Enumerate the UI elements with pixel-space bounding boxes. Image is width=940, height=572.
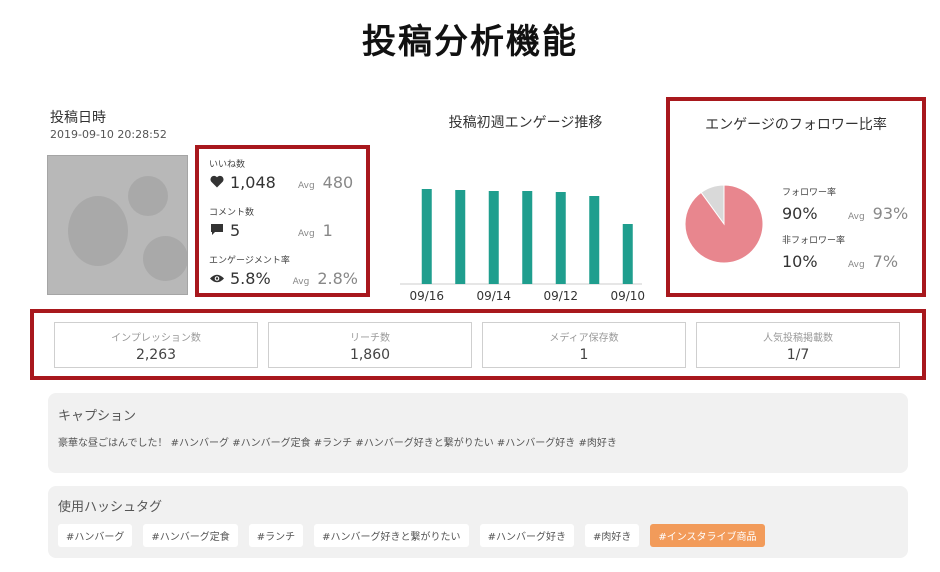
comments-value: 5 bbox=[230, 221, 241, 240]
non-follower-rate-value: 10% bbox=[782, 252, 818, 271]
engagement-stats-box: いいね数 1,048 Avg 480 コメント数 5 Avg 1 エンゲージメン… bbox=[195, 145, 370, 297]
page-title: 投稿分析機能 bbox=[362, 22, 578, 62]
hashtag-chip-highlighted[interactable]: #インスタライブ商品 bbox=[650, 524, 765, 547]
metric-card-saves: メディア保存数 1 bbox=[482, 322, 686, 368]
metric-card-reach: リーチ数 1,860 bbox=[268, 322, 472, 368]
follower-rate-avg-value: 93% bbox=[872, 204, 909, 223]
bar-chart-title: 投稿初週エンゲージ推移 bbox=[448, 115, 603, 131]
likes-label: いいね数 bbox=[209, 160, 246, 170]
metrics-box: インプレッション数 2,263 リーチ数 1,860 メディア保存数 1 人気投… bbox=[30, 309, 926, 380]
comment-icon bbox=[209, 223, 225, 240]
metric-label: メディア保存数 bbox=[549, 333, 619, 344]
heart-icon bbox=[209, 175, 225, 192]
pie-slice-follower bbox=[684, 184, 764, 264]
x-tick-label: 09/12 bbox=[543, 289, 578, 303]
hashtag-chip[interactable]: #ランチ bbox=[248, 524, 304, 547]
metric-label: リーチ数 bbox=[350, 333, 390, 344]
bar bbox=[555, 192, 566, 284]
follower-rate-value: 90% bbox=[782, 204, 818, 223]
hashtag-chip[interactable]: #ハンバーグ好き bbox=[479, 524, 574, 547]
engagement-rate-avg-label: Avg bbox=[292, 277, 310, 287]
hashtag-chip[interactable]: #ハンバーグ定食 bbox=[143, 524, 238, 547]
non-follower-rate-avg-label: Avg bbox=[848, 260, 865, 270]
likes-avg-value: 480 bbox=[322, 173, 354, 192]
x-tick-label: 09/10 bbox=[610, 289, 645, 303]
pie-chart-title: エンゲージのフォロワー比率 bbox=[705, 117, 887, 133]
bar bbox=[488, 191, 499, 284]
caption-title: キャプション bbox=[58, 409, 137, 424]
follower-ratio-box: エンゲージのフォロワー比率 フォロワー率 90% Avg 93% 非フォロワー率… bbox=[666, 97, 926, 297]
metric-value: 1,860 bbox=[349, 347, 391, 363]
post-thumbnail[interactable] bbox=[47, 155, 188, 295]
engagement-rate-row: 5.8% Avg 2.8% bbox=[209, 269, 358, 291]
eye-icon bbox=[209, 272, 225, 288]
comments-avg-label: Avg bbox=[298, 229, 315, 239]
metric-label: 人気投稿掲載数 bbox=[763, 333, 833, 344]
likes-avg-label: Avg bbox=[298, 181, 315, 191]
thumbnail-shape bbox=[128, 176, 168, 216]
bar bbox=[455, 190, 466, 284]
engagement-rate-label: エンゲージメント率 bbox=[209, 256, 290, 266]
hashtag-chip[interactable]: #肉好き bbox=[584, 524, 640, 547]
hashtag-list: #ハンバーグ #ハンバーグ定食 #ランチ #ハンバーグ好きと繋がりたい #ハンバーグ好き… bbox=[58, 524, 898, 547]
likes-value: 1,048 bbox=[230, 173, 276, 192]
post-date: 2019-09-10 20:28:52 bbox=[50, 128, 167, 141]
bar bbox=[522, 191, 533, 284]
engagement-rate-value: 5.8% bbox=[230, 269, 271, 288]
caption-panel: キャプション 豪華な昼ごはんでした！ #ハンバーグ #ハンバーグ定食 #ランチ … bbox=[48, 393, 908, 473]
follower-legend: フォロワー率 90% Avg 93% bbox=[782, 185, 908, 223]
metric-value: 2,263 bbox=[135, 347, 177, 363]
bar bbox=[622, 224, 633, 284]
bar bbox=[421, 189, 432, 284]
metric-value: 1 bbox=[579, 347, 589, 363]
follower-rate-label: フォロワー率 bbox=[782, 188, 837, 198]
hashtag-chip[interactable]: #ハンバーグ bbox=[58, 524, 133, 547]
comments-label: コメント数 bbox=[209, 208, 255, 218]
x-tick-label: 09/14 bbox=[476, 289, 511, 303]
non-follower-rate-label: 非フォロワー率 bbox=[782, 236, 846, 246]
metric-value: 1/7 bbox=[786, 347, 810, 363]
engagement-rate-avg-value: 2.8% bbox=[317, 269, 358, 288]
non-follower-rate-avg-value: 7% bbox=[872, 252, 899, 271]
hashtag-panel: 使用ハッシュタグ #ハンバーグ #ハンバーグ定食 #ランチ #ハンバーグ好きと繋がりた… bbox=[48, 486, 908, 558]
hashtag-title: 使用ハッシュタグ bbox=[58, 500, 163, 515]
bar bbox=[589, 196, 600, 284]
non-follower-legend: 非フォロワー率 10% Avg 7% bbox=[782, 233, 898, 271]
metric-label: インプレッション数 bbox=[111, 333, 201, 344]
engagement-bar-chart: 09/16 09/14 09/12 09/10 bbox=[400, 189, 645, 303]
hashtag-chip[interactable]: #ハンバーグ好きと繋がりたい bbox=[314, 524, 469, 547]
comments-avg-value: 1 bbox=[322, 221, 333, 240]
thumbnail-shape bbox=[143, 236, 187, 281]
likes-row: 1,048 Avg 480 bbox=[209, 173, 358, 195]
x-tick-label: 09/16 bbox=[409, 289, 444, 303]
thumbnail-shape bbox=[68, 196, 128, 266]
metric-card-impressions: インプレッション数 2,263 bbox=[54, 322, 258, 368]
follower-rate-avg-label: Avg bbox=[848, 212, 865, 222]
caption-text: 豪華な昼ごはんでした！ #ハンバーグ #ハンバーグ定食 #ランチ #ハンバーグ好… bbox=[58, 438, 617, 449]
post-date-label: 投稿日時 bbox=[50, 110, 106, 126]
metric-card-popular: 人気投稿掲載数 1/7 bbox=[696, 322, 900, 368]
follower-ratio-pie-chart bbox=[684, 184, 764, 264]
comments-row: 5 Avg 1 bbox=[209, 221, 358, 243]
